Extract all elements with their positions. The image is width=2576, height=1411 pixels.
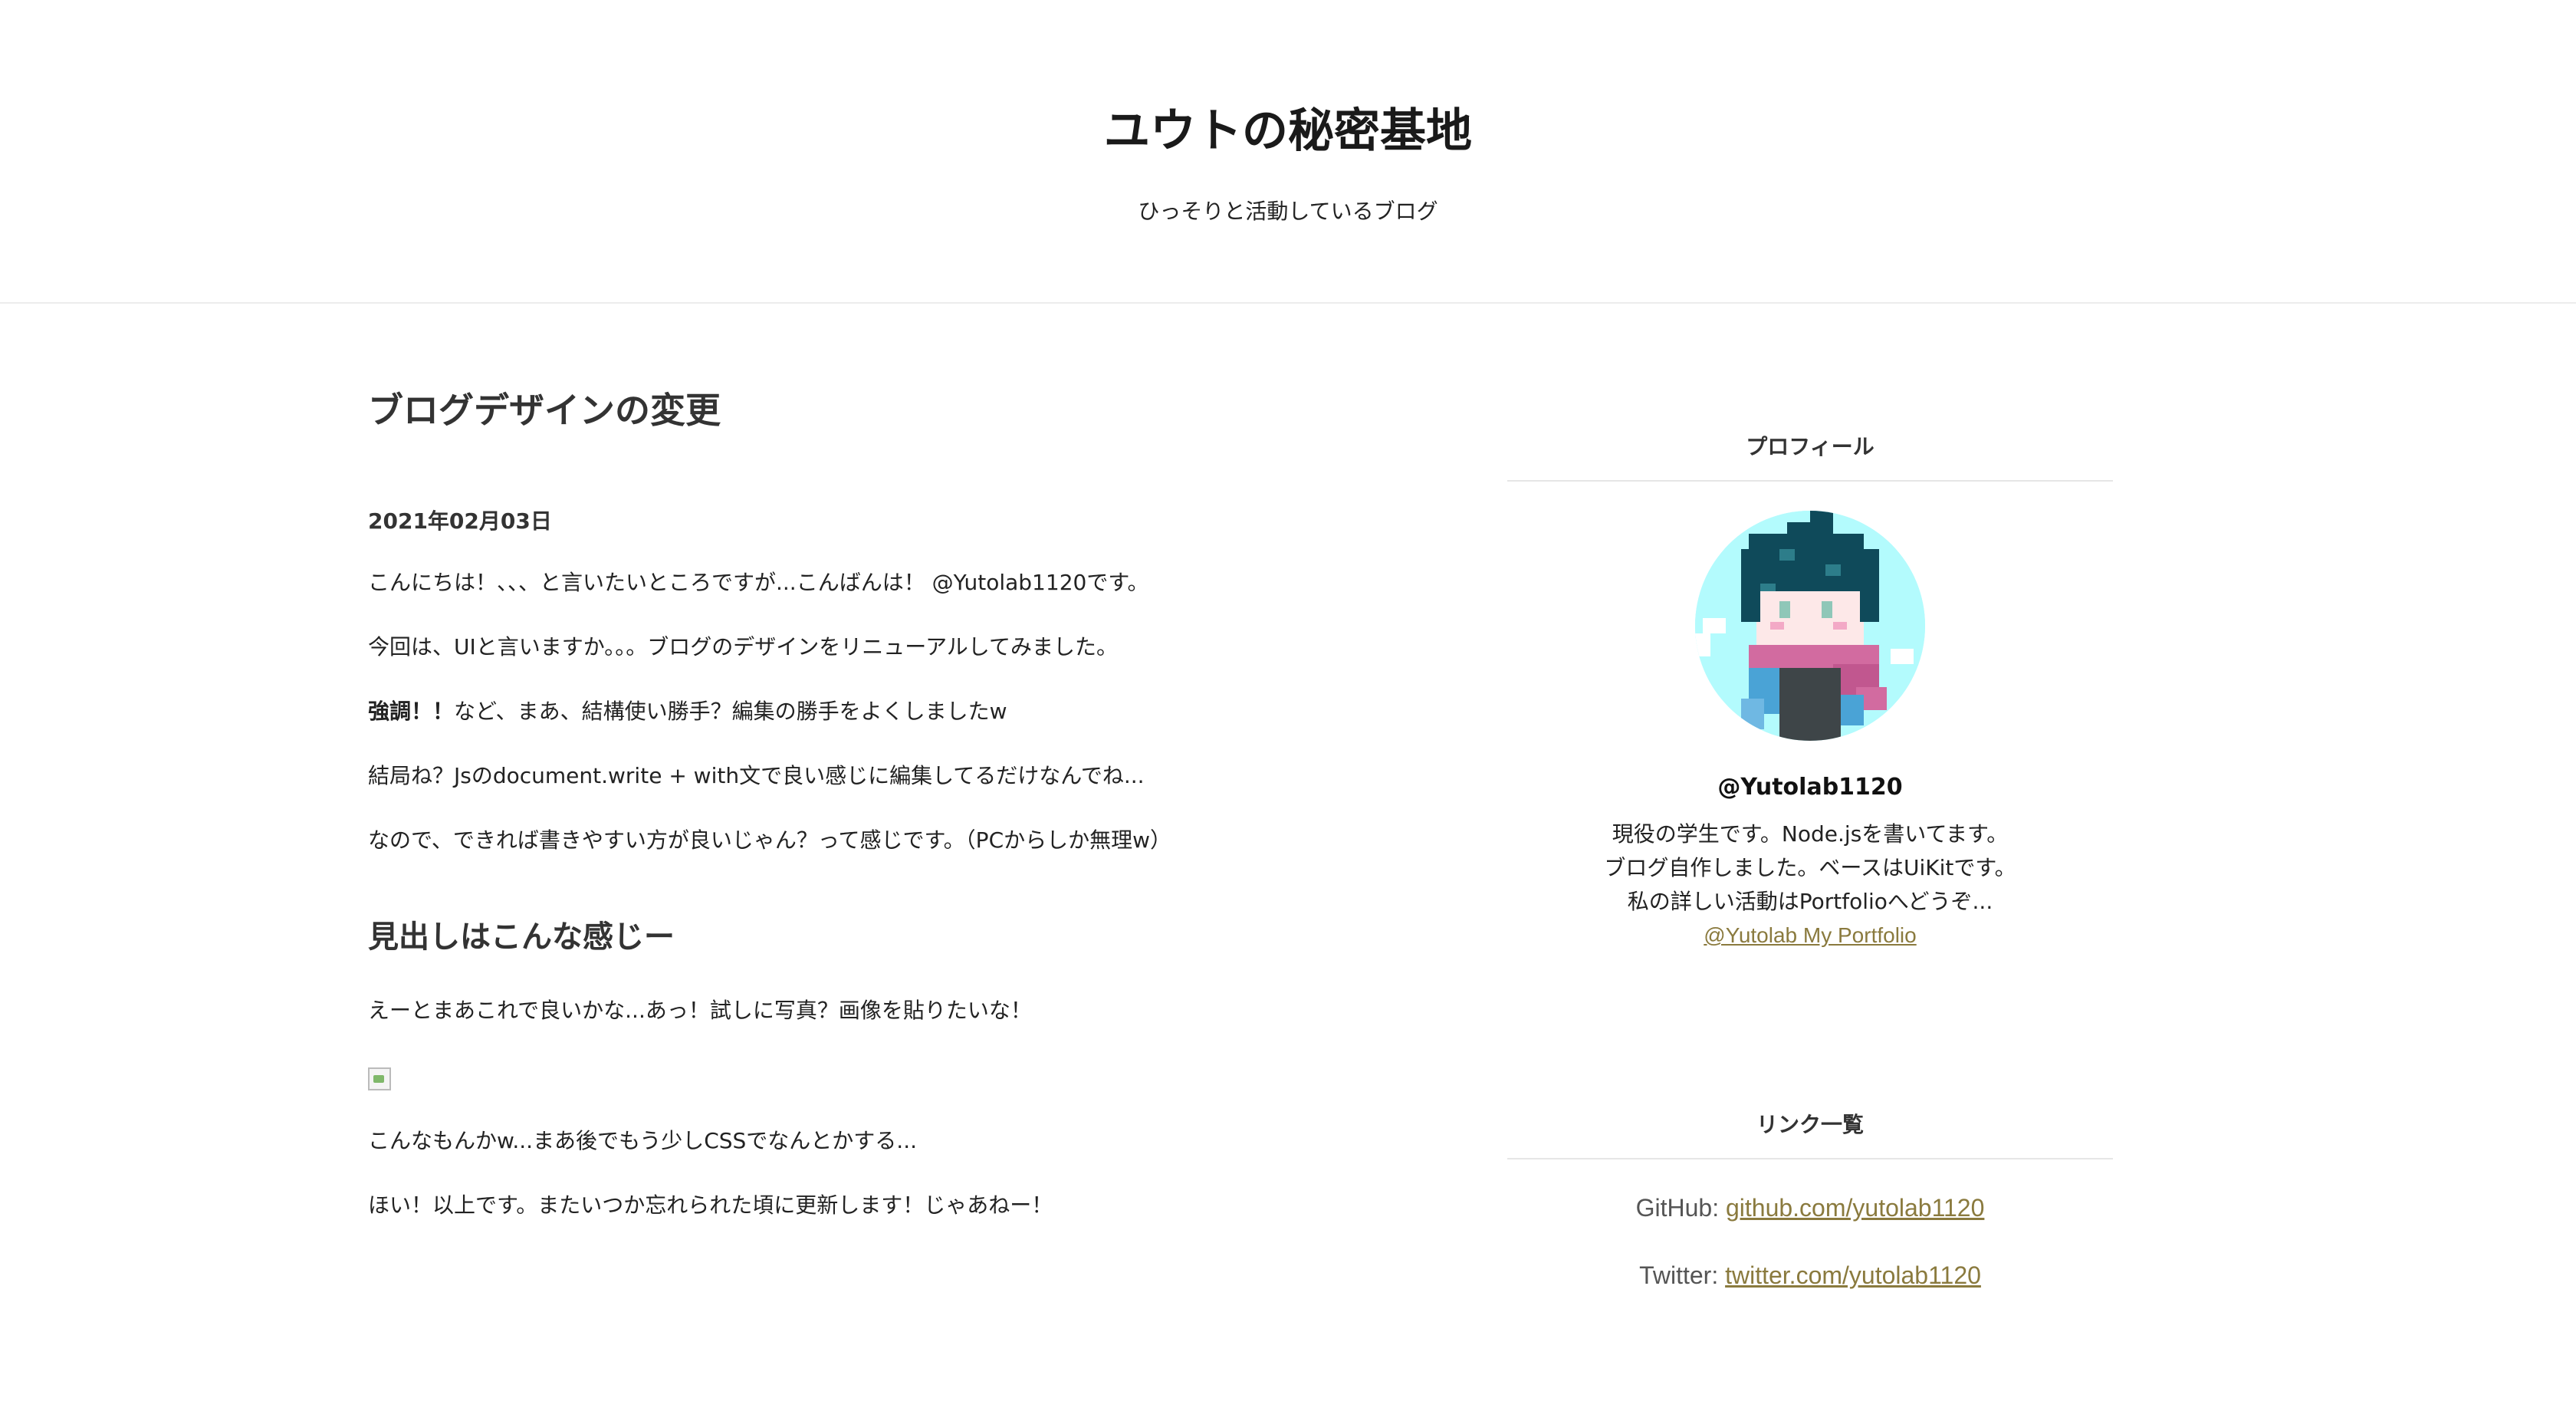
article-paragraph: えーとまあこれで良いかな...あっ！試しに写真？画像を貼りたいな！: [368, 998, 1032, 1023]
profile-description: 現役の学生です。Node.jsを書いてます。 ブログ自作しました。ベースはUiK…: [1507, 817, 2113, 952]
article-paragraph: こんなもんかw...まあ後でもう少しCSSでなんとかする...: [368, 1128, 917, 1153]
github-link[interactable]: github.com/yutolab1120: [1726, 1194, 1984, 1222]
pixel-avatar-icon: [1695, 511, 1925, 741]
profile-name: @Yutolab1120: [1717, 774, 1903, 801]
github-row: GitHub: github.com/yutolab1120: [1507, 1190, 2113, 1225]
profile-line: ブログ自作しました。ベースはUiKitです。: [1604, 855, 2016, 880]
blog-article: ブログデザインの変更 2021年02月03日 こんにちは！、、、と言いたいところ…: [368, 383, 1411, 1218]
site-subtitle: ひっそりと活動しているブログ: [1138, 199, 1438, 224]
article-paragraph: 今回は、UIと言いますか。。。ブログのデザインをリニューアルしてみました。: [368, 634, 1118, 659]
github-label: GitHub:: [1635, 1194, 1720, 1222]
article-paragraph: 結局ね？Jsのdocument.write + with文で良い感じに編集してる…: [368, 763, 1145, 788]
article-paragraph: こんにちは！、、、と言いたいところですが...こんばんは！ @Yutolab11…: [368, 570, 1149, 595]
broken-image-icon: [368, 1067, 391, 1090]
paragraph-text: など、まあ、結構使い勝手？編集の勝手をよくしましたw: [454, 699, 1007, 724]
portfolio-link[interactable]: @Yutolab My Portfolio: [1704, 923, 1916, 947]
profile-widget-title: プロフィール: [1507, 414, 2113, 482]
site-title[interactable]: ユウトの秘密基地: [0, 97, 2576, 166]
links-widget-title: リンク一覧: [1507, 1092, 2113, 1159]
sidebar: プロフィール @Yutolab1120 現役の学生です。Node.jsを書いてま…: [1507, 414, 2113, 1293]
twitter-label: Twitter:: [1639, 1261, 1719, 1289]
article-paragraph: ほい！以上です。またいつか忘れられた頃に更新します！じゃあねー！: [368, 1192, 1053, 1218]
emphasis-text: 強調！！: [368, 699, 455, 724]
avatar: [1695, 511, 1925, 741]
article-paragraph: なので、できれば書きやすい方が良いじゃん？って感じです。（PCからしか無理w）: [368, 827, 1172, 853]
section-heading: 見出しはこんな感じー: [368, 919, 675, 955]
profile-line: 私の詳しい活動はPortfolioへどうぞ...: [1627, 889, 1993, 914]
twitter-row: Twitter: twitter.com/yutolab1120: [1507, 1258, 2113, 1293]
links-widget: リンク一覧 GitHub: github.com/yutolab1120 Twi…: [1507, 1092, 2113, 1293]
profile-widget: プロフィール @Yutolab1120 現役の学生です。Node.jsを書いてま…: [1507, 414, 2113, 952]
site-header: ユウトの秘密基地 ひっそりと活動しているブログ: [0, 0, 2576, 304]
profile-line: 現役の学生です。Node.jsを書いてます。: [1612, 821, 2009, 847]
twitter-link[interactable]: twitter.com/yutolab1120: [1725, 1261, 1981, 1289]
article-date: 2021年02月03日: [368, 508, 552, 534]
article-title: ブログデザインの変更: [368, 390, 721, 431]
article-paragraph: 強調！！など、まあ、結構使い勝手？編集の勝手をよくしましたw: [368, 696, 1007, 727]
